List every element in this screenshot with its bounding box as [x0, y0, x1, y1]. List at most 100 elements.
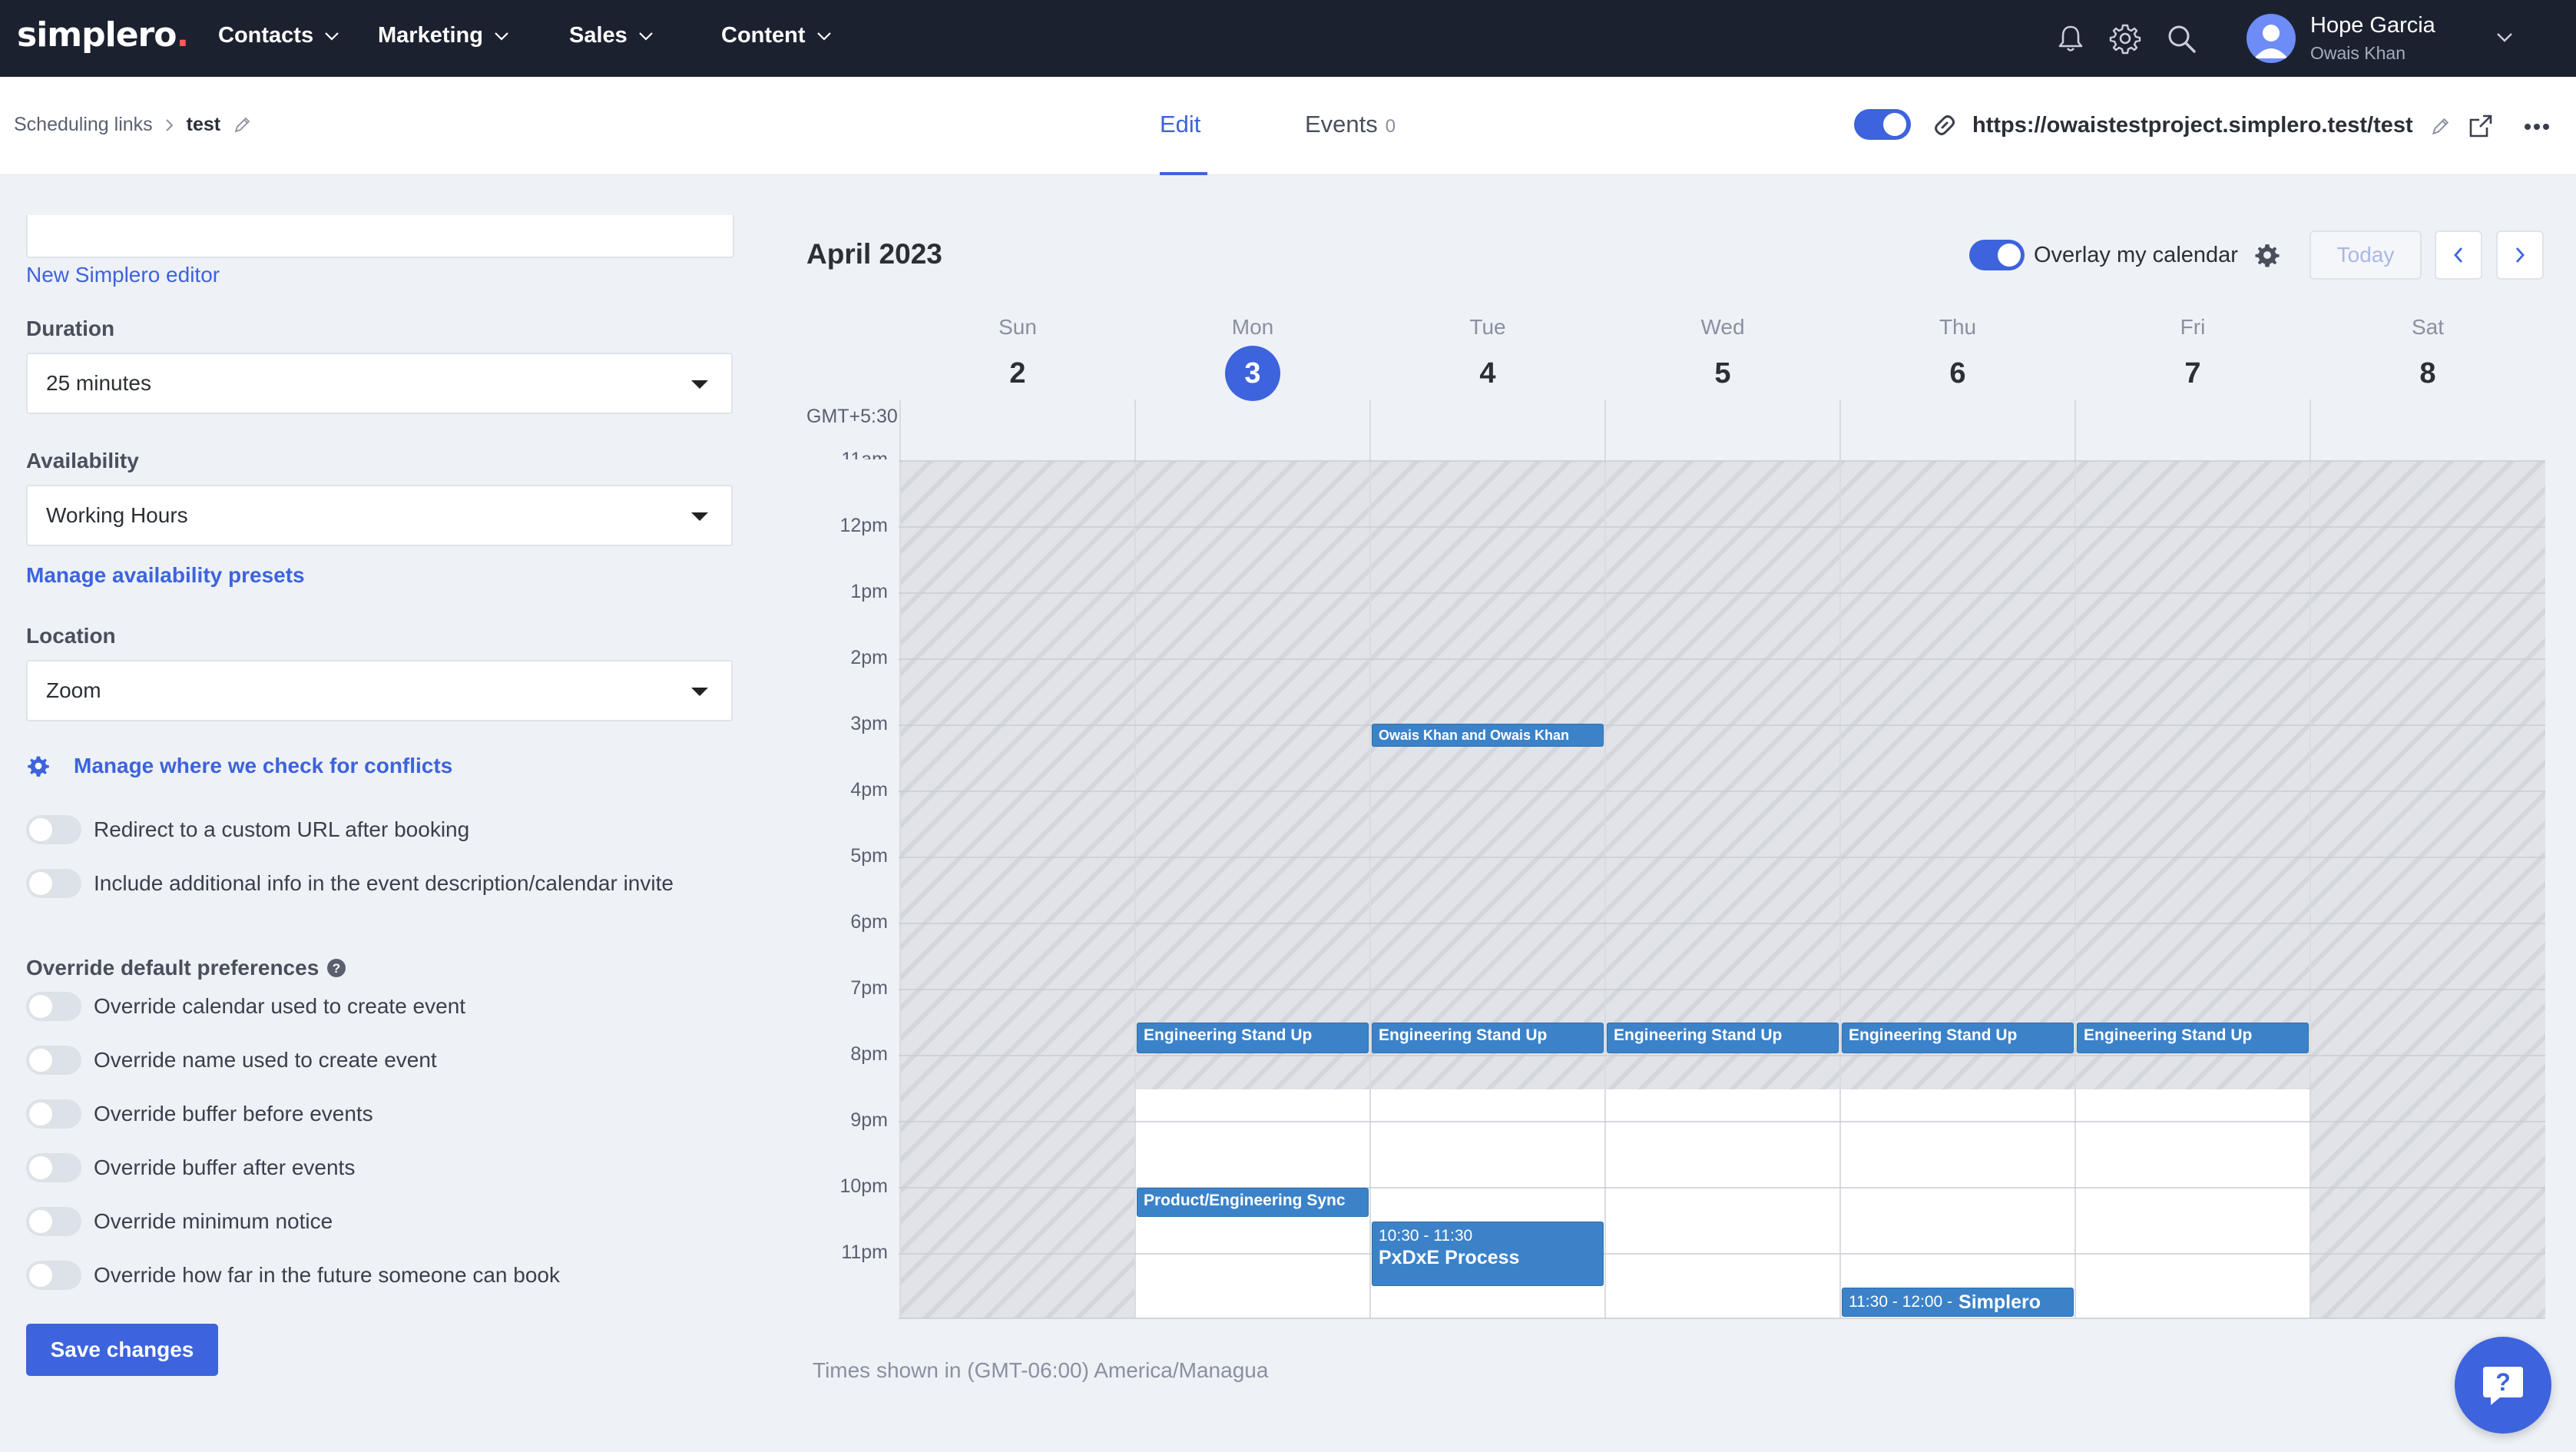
breadcrumb-scheduling-links[interactable]: Scheduling links: [14, 114, 153, 136]
simplero-logo[interactable]: simplero.: [17, 15, 189, 55]
chevron-right-icon: [165, 118, 174, 131]
override-calendar-toggle[interactable]: [26, 992, 81, 1021]
events-count: 0: [1385, 116, 1396, 137]
calendar-event[interactable]: 11:30 - 12:00 - Simplero: [1842, 1288, 2074, 1317]
calendar-event[interactable]: Engineering Stand Up: [2077, 1023, 2309, 1053]
calendar-event[interactable]: Engineering Stand Up: [1372, 1023, 1604, 1053]
tab-edit[interactable]: Edit: [1160, 111, 1200, 138]
nav-sales[interactable]: Sales: [569, 23, 654, 48]
external-link-icon[interactable]: [2467, 112, 2495, 140]
timezone-footnote: Times shown in (GMT-06:00) America/Manag…: [813, 1358, 1269, 1382]
help-circle-icon[interactable]: ?: [326, 958, 346, 978]
override-buffer-before-toggle[interactable]: [26, 1099, 81, 1129]
calendar-event[interactable]: Owais Khan and Owais Khan: [1372, 724, 1604, 747]
nav-content[interactable]: Content: [721, 23, 832, 48]
redirect-toggle[interactable]: [26, 815, 81, 844]
gear-icon[interactable]: [2253, 241, 2281, 269]
day-header-wed: Wed 5: [1605, 315, 1840, 398]
toggle-label: Override buffer before events: [94, 1102, 373, 1125]
avatar[interactable]: [2247, 14, 2296, 63]
nav-sales-label: Sales: [569, 23, 627, 48]
day-header-tue: Tue 4: [1370, 315, 1605, 398]
location-select[interactable]: Zoom: [26, 660, 733, 721]
override-heading-row: Override default preferences ?: [26, 956, 346, 980]
new-editor-link[interactable]: New Simplero editor: [26, 263, 220, 287]
day-name: Thu: [1939, 315, 1977, 339]
override-buffer-after-toggle[interactable]: [26, 1153, 81, 1182]
calendar-event[interactable]: 10:30 - 11:30 PxDxE Process: [1372, 1222, 1604, 1286]
next-week-button[interactable]: [2496, 230, 2544, 280]
availability-select[interactable]: Working Hours: [26, 485, 733, 546]
overlay-calendar-toggle[interactable]: [1969, 240, 2025, 270]
hour-label: 3pm: [850, 713, 888, 734]
tab-events[interactable]: Events 0: [1305, 111, 1396, 138]
caret-down-icon: [691, 688, 708, 696]
calendar-event[interactable]: Product/Engineering Sync: [1137, 1188, 1369, 1217]
availability-label: Availability: [26, 449, 139, 472]
toggle-label: Override buffer after events: [94, 1155, 356, 1179]
nav-contacts[interactable]: Contacts: [218, 23, 339, 48]
override-heading: Override default preferences: [26, 956, 320, 980]
today-button[interactable]: Today: [2309, 230, 2422, 280]
event-title: Simplero: [1958, 1291, 2041, 1313]
event-title: PxDxE Process: [1379, 1247, 1520, 1268]
override-min-notice-toggle[interactable]: [26, 1207, 81, 1236]
more-icon[interactable]: [2524, 123, 2550, 131]
manage-availability-link[interactable]: Manage availability presets: [26, 563, 305, 588]
day-header-sat: Sat 8: [2310, 315, 2545, 398]
tab-events-label: Events: [1305, 111, 1378, 138]
chevron-down-icon[interactable]: [2496, 32, 2513, 43]
conflicts-row[interactable]: Manage where we check for conflicts: [26, 754, 452, 778]
chevron-down-icon: [495, 31, 508, 41]
duration-select[interactable]: 25 minutes: [26, 353, 733, 414]
day-number: 7: [2184, 357, 2201, 390]
toggle-label: Override calendar used to create event: [94, 994, 466, 1018]
pencil-icon[interactable]: [2430, 117, 2450, 137]
duration-value: 25 minutes: [46, 371, 151, 395]
toggle-row-additional-info: Include additional info in the event des…: [26, 869, 674, 898]
hour-label: 1pm: [850, 581, 888, 602]
link-enabled-toggle[interactable]: [1854, 109, 1911, 140]
hour-label: 12pm: [839, 515, 888, 536]
caret-down-icon: [691, 380, 708, 389]
editor-box[interactable]: [26, 215, 734, 258]
search-icon[interactable]: [2164, 22, 2198, 55]
day-header-fri: Fri 7: [2075, 315, 2310, 398]
user-name[interactable]: Hope Garcia: [2310, 13, 2435, 38]
override-row-calendar: Override calendar used to create event: [26, 992, 465, 1021]
day-number: 5: [1714, 357, 1731, 390]
pencil-icon[interactable]: [233, 116, 251, 134]
calendar-event[interactable]: Engineering Stand Up: [1137, 1023, 1369, 1053]
toggle-row-redirect: Redirect to a custom URL after booking: [26, 815, 469, 844]
help-button[interactable]: ?: [2455, 1337, 2551, 1434]
override-name-toggle[interactable]: [26, 1046, 81, 1075]
day-header-sun: Sun 2: [900, 315, 1135, 398]
nav-contacts-label: Contacts: [218, 23, 314, 48]
svg-text:?: ?: [2495, 1368, 2511, 1396]
sub-header: Scheduling links test Edit Events 0 https…: [0, 77, 2576, 175]
availability-value: Working Hours: [46, 503, 188, 527]
bell-icon[interactable]: [2054, 22, 2088, 55]
link-icon: [1935, 115, 1955, 135]
calendar-event[interactable]: Engineering Stand Up: [1607, 1023, 1839, 1053]
day-number: 8: [2419, 357, 2436, 390]
gear-icon: [28, 756, 49, 777]
scheduling-url[interactable]: https://owaistestproject.simplero.test/t…: [1972, 113, 2413, 138]
hour-label: 6pm: [850, 911, 888, 933]
event-title: Owais Khan and Owais Khan: [1379, 728, 1570, 743]
event-time: 11:30 - 12:00 -: [1849, 1293, 1953, 1311]
override-row-future: Override how far in the future someone c…: [26, 1261, 560, 1290]
nav-content-label: Content: [721, 23, 806, 48]
hour-label: 4pm: [850, 779, 888, 801]
additional-info-toggle[interactable]: [26, 869, 81, 898]
day-name: Mon: [1231, 315, 1274, 339]
save-changes-button[interactable]: Save changes: [26, 1324, 218, 1376]
override-row-min-notice: Override minimum notice: [26, 1207, 333, 1236]
override-future-toggle[interactable]: [26, 1261, 81, 1290]
calendar-event[interactable]: Engineering Stand Up: [1842, 1023, 2074, 1053]
manage-conflicts-link[interactable]: Manage where we check for conflicts: [74, 754, 452, 778]
prev-week-button[interactable]: [2435, 230, 2482, 280]
nav-marketing[interactable]: Marketing: [378, 23, 509, 48]
gear-icon[interactable]: [2108, 22, 2142, 55]
chevron-down-icon: [639, 31, 653, 41]
